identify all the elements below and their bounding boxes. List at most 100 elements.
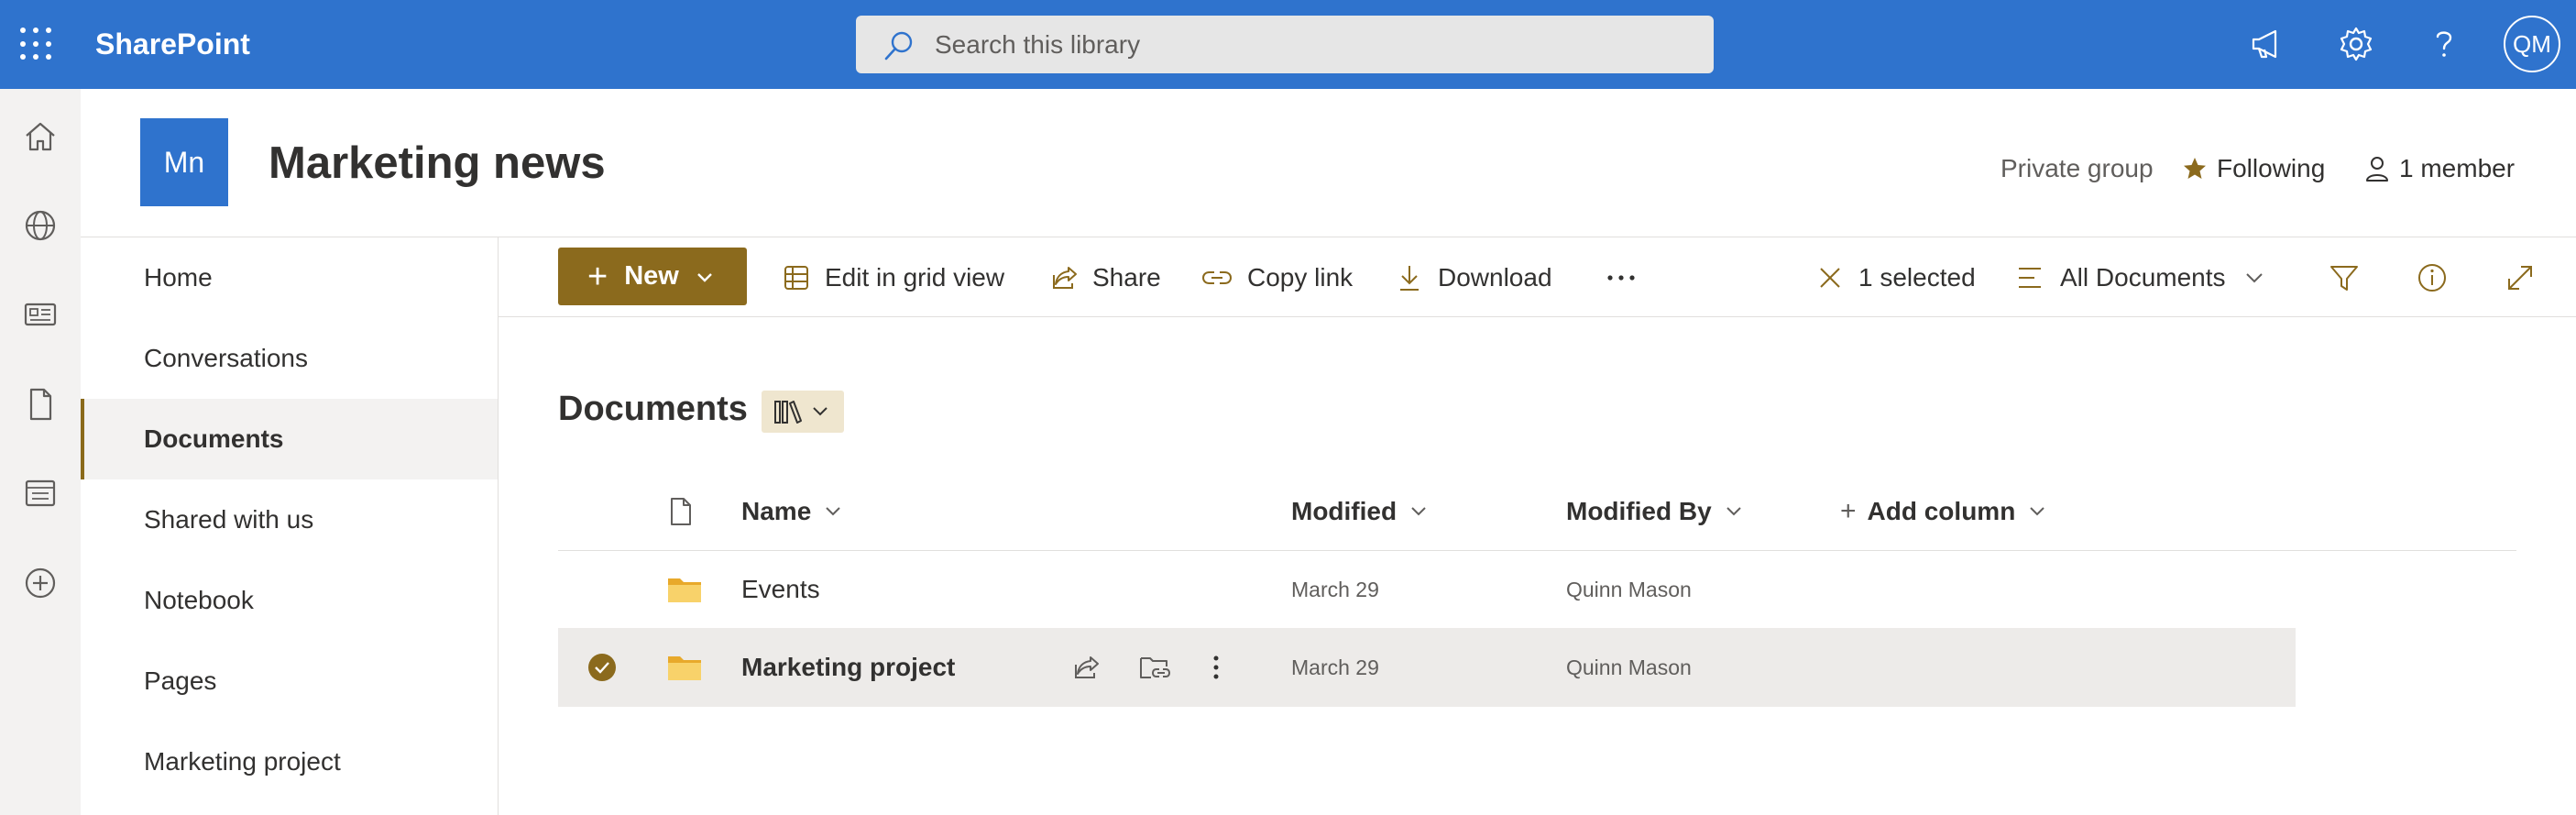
site-logo[interactable]: Mn [140,118,228,206]
share-label: Share [1092,263,1161,292]
checkmark-circle-icon [588,654,616,681]
chevron-down-icon [1411,507,1426,516]
more-vertical-icon [1213,655,1219,679]
item-modified-by[interactable]: Quinn Mason [1566,628,1692,707]
folder-link-icon [1140,657,1171,678]
command-bar: + New Edit in grid view Share Copy link [499,237,2576,317]
view-label: All Documents [2060,263,2226,292]
folder-icon [666,550,703,629]
expand-icon [2508,266,2532,290]
chevron-down-icon [826,507,840,516]
help-icon[interactable] [2424,24,2464,64]
library-title: Documents [558,390,748,428]
members-label: 1 member [2399,154,2516,182]
app-bar [0,89,81,815]
download-label: Download [1438,263,1552,292]
home-icon[interactable] [20,116,60,157]
document-icon[interactable] [20,384,60,424]
search-input[interactable] [935,16,1686,73]
share-icon [1075,656,1099,678]
column-header-modified-by[interactable]: Modified By [1566,481,1743,542]
privacy-label: Private group [2001,154,2154,182]
chevron-down-icon [1726,507,1741,516]
nav-item-shared-with-us[interactable]: Shared with us [81,479,498,560]
library-view-button[interactable] [762,391,844,433]
search-icon [884,31,913,61]
settings-gear-icon[interactable] [2336,24,2376,64]
follow-label: Following [2217,154,2326,182]
copy-link-button[interactable]: Copy link [1201,258,1353,298]
grid-icon [784,266,808,290]
add-column-button[interactable]: + Add column [1840,481,2046,542]
create-add-icon[interactable] [20,563,60,603]
column-header-modified[interactable]: Modified [1291,481,1428,542]
chevron-down-icon [2030,507,2045,516]
chevron-down-icon [2245,273,2263,283]
more-horizontal-icon [1607,275,1635,281]
share-icon [1053,267,1077,289]
view-switcher[interactable]: All Documents [2016,258,2279,298]
file-type-header[interactable] [669,481,693,542]
copy-link-label: Copy link [1247,263,1354,292]
item-name[interactable]: Events [741,550,820,629]
filter-button[interactable] [2329,258,2360,298]
new-label: New [624,261,679,291]
news-icon[interactable] [20,294,60,335]
column-header-name[interactable]: Name [741,481,842,542]
nav-item-documents[interactable]: Documents [81,399,498,479]
row-checkbox-checked[interactable] [586,628,618,707]
column-modified-by-label: Modified By [1566,497,1712,525]
share-button[interactable]: Share [1050,258,1161,298]
list-row[interactable]: Events March 29 Quinn Mason [558,550,2296,629]
nav-item-marketing-project[interactable]: Marketing project [81,721,498,802]
selected-count: 1 selected [1858,263,1976,292]
search-box[interactable] [856,16,1714,73]
info-button[interactable] [2417,258,2448,298]
row-more-actions-button[interactable] [1211,628,1222,707]
suite-header: SharePoint QM [0,0,2576,89]
info-icon [2418,264,2446,292]
members-button[interactable]: 1 member [2364,154,2515,183]
left-navigation: Home Conversations Documents Shared with… [81,237,499,815]
plus-icon: + [1840,496,1857,526]
edit-grid-label: Edit in grid view [825,263,1005,292]
item-modified: March 29 [1291,655,1379,679]
list-header: Name Modified Modified By + Add column [558,481,2516,551]
link-icon [1201,271,1233,284]
item-name[interactable]: Marketing project [741,628,955,707]
add-column-label: Add column [1867,497,2016,525]
edit-grid-view-button[interactable]: Edit in grid view [783,258,1004,298]
clear-selection-button[interactable]: 1 selected [1816,258,1976,298]
megaphone-icon[interactable] [2248,24,2288,64]
star-filled-icon [2184,158,2206,179]
user-avatar[interactable]: QM [2504,16,2560,72]
person-icon [2366,157,2388,182]
nav-item-pages[interactable]: Pages [81,641,498,721]
column-modified-label: Modified [1291,497,1398,525]
follow-button[interactable]: Following [2182,154,2325,183]
column-name-label: Name [741,497,812,525]
row-share-button[interactable] [1072,628,1102,707]
nav-item-home[interactable]: Home [81,237,498,318]
expand-button[interactable] [2505,258,2536,298]
close-icon [1820,268,1840,288]
app-name[interactable]: SharePoint [95,28,250,61]
download-button[interactable]: Download [1396,258,1552,298]
item-modified-by[interactable]: Quinn Mason [1566,550,1692,629]
nav-item-conversations[interactable]: Conversations [81,318,498,399]
folder-icon [666,628,703,707]
chevron-down-icon [813,407,828,416]
app-launcher-icon[interactable] [18,26,57,64]
globe-icon[interactable] [20,205,60,246]
nav-item-notebook[interactable]: Notebook [81,560,498,641]
more-actions-button[interactable] [1605,258,1638,298]
file-type-icon [671,498,691,525]
chevron-down-icon [696,272,712,282]
list-row-selected[interactable]: Marketing project March 29 Quinn Mason [558,628,2296,707]
row-copy-link-button[interactable] [1138,628,1171,707]
new-button[interactable]: + New [558,248,747,305]
site-title[interactable]: Marketing news [269,138,606,189]
download-icon [1400,266,1419,291]
filter-icon [2330,266,2358,291]
lists-icon[interactable] [20,473,60,513]
